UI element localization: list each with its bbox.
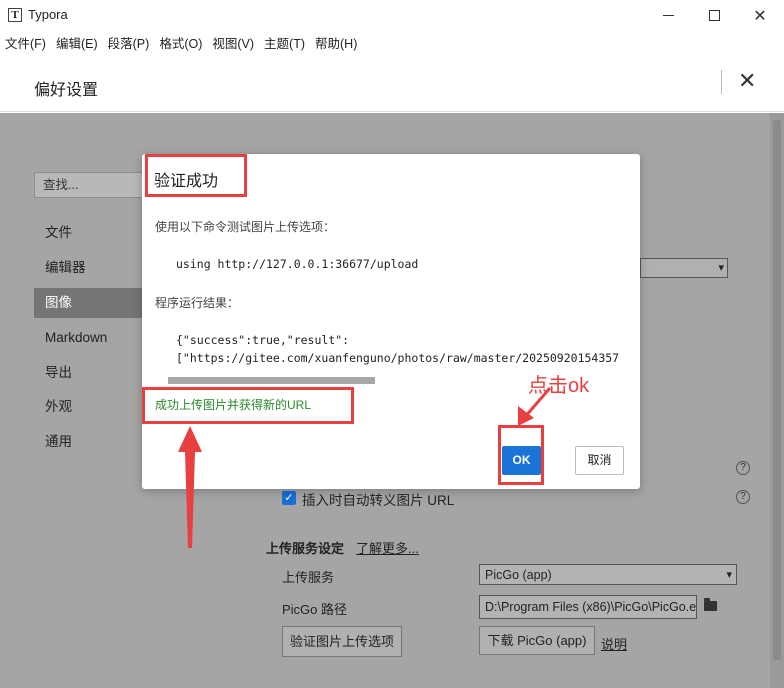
image-action-select[interactable]: ▾ [640, 258, 728, 278]
verification-dialog: 验证成功 使用以下命令测试图片上传选项： using http://127.0.… [142, 154, 640, 489]
typora-app-icon: T [8, 8, 22, 22]
upload-service-value: PicGo (app) [485, 568, 552, 582]
menu-bar: 文件(F) 编辑(E) 段落(P) 格式(O) 视图(V) 主题(T) 帮助(H… [0, 34, 362, 54]
preferences-header: 偏好设置 ✕ [0, 60, 784, 112]
dialog-intro: 使用以下命令测试图片上传选项： [155, 220, 336, 234]
upload-section-title: 上传服务设定 [266, 541, 345, 556]
learn-more-link[interactable]: 了解更多... [356, 538, 419, 557]
upload-service-select[interactable]: PicGo (app) ▾ [479, 564, 737, 585]
dialog-title: 验证成功 [154, 173, 219, 190]
chevron-down-icon: ▾ [718, 262, 724, 274]
sidebar-item-markdown[interactable]: Markdown [34, 323, 149, 353]
sidebar-item-image[interactable]: 图像 [34, 288, 149, 318]
auto-escape-checkbox[interactable]: ✓ [282, 491, 296, 505]
dialog-result-label: 程序运行结果： [155, 296, 240, 310]
download-picgo-button[interactable]: 下载 PicGo (app) [479, 626, 595, 655]
header-divider [721, 70, 722, 94]
verify-upload-button[interactable]: 验证图片上传选项 [282, 626, 402, 657]
scrollbar-thumb[interactable] [773, 120, 781, 660]
menu-paragraph[interactable]: 段落(P) [103, 34, 155, 54]
menu-format[interactable]: 格式(O) [154, 34, 207, 54]
picgo-path-input[interactable]: D:\Program Files (x86)\PicGo\PicGo.exe [479, 595, 697, 619]
maximize-icon [708, 9, 720, 21]
dialog-success-message: 成功上传图片并获得新的URL [155, 398, 312, 412]
menu-file[interactable]: 文件(F) [0, 34, 51, 54]
help-icon[interactable]: ? [736, 490, 750, 504]
chevron-down-icon: ▾ [726, 569, 732, 581]
sidebar-item-editor[interactable]: 编辑器 [34, 253, 149, 283]
dialog-result-line: ["https://gitee.com/xuanfenguno/photos/r… [176, 351, 620, 365]
sidebar-item-general[interactable]: 通用 [34, 427, 149, 457]
picgo-path-label: PicGo 路径 [282, 602, 348, 617]
upload-service-label: 上传服务 [282, 570, 335, 585]
click-ok-annotation: 点击ok [528, 375, 590, 397]
preferences-close-button[interactable]: ✕ [738, 70, 756, 94]
window-title: Typora [28, 7, 68, 22]
ok-button[interactable]: OK [502, 446, 541, 475]
auto-escape-label: 插入时自动转义图片 URL [302, 493, 455, 508]
menu-help[interactable]: 帮助(H) [310, 34, 362, 54]
search-input[interactable]: 查找... [34, 172, 149, 198]
cancel-button[interactable]: 取消 [575, 446, 624, 475]
sidebar-item-appearance[interactable]: 外观 [34, 392, 149, 422]
help-icon[interactable]: ? [736, 461, 750, 475]
dialog-horizontal-scrollbar[interactable] [168, 377, 375, 384]
explain-link[interactable]: 说明 [601, 634, 627, 653]
menu-view[interactable]: 视图(V) [207, 34, 259, 54]
dialog-result-line: {"success":true,"result": [176, 333, 350, 347]
menu-edit[interactable]: 编辑(E) [51, 34, 103, 54]
folder-icon[interactable] [704, 598, 717, 611]
title-bar: T Typora ✕ [0, 0, 784, 30]
minimize-button[interactable] [645, 0, 691, 30]
minimize-icon [662, 14, 674, 16]
menu-theme[interactable]: 主题(T) [259, 34, 310, 54]
sidebar-item-file[interactable]: 文件 [34, 218, 149, 248]
dialog-command: using http://127.0.0.1:36677/upload [176, 257, 419, 271]
window-close-button[interactable]: ✕ [737, 0, 783, 30]
maximize-button[interactable] [691, 0, 737, 30]
page-title: 偏好设置 [34, 82, 99, 99]
sidebar-item-export[interactable]: 导出 [34, 358, 149, 388]
close-icon: ✕ [753, 5, 767, 25]
